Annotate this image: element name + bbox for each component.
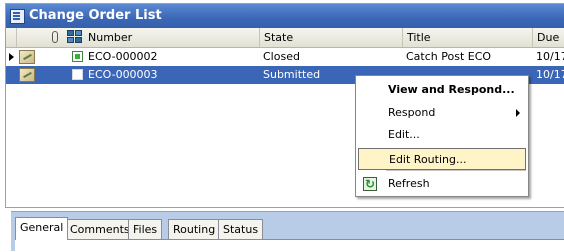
menu-item-edit-routing[interactable]: Edit Routing... [358, 148, 526, 170]
window-titlebar: Change Order List [6, 4, 564, 28]
menu-separator [386, 170, 526, 171]
refresh-icon [363, 173, 377, 195]
tab-status[interactable]: Status [218, 219, 264, 239]
icon-column-header[interactable] [16, 28, 46, 47]
menu-item-view-and-respond[interactable]: View and Respond... [358, 79, 526, 101]
column-header-number[interactable]: Number [84, 28, 259, 47]
window-title: Change Order List [29, 8, 162, 23]
column-header-state[interactable]: State [259, 28, 402, 47]
menu-item-label: Respond [388, 106, 436, 119]
cell-number: ECO-000002 [88, 50, 158, 63]
cell-title: Catch Post ECO [406, 50, 492, 63]
submenu-arrow-icon [516, 109, 520, 117]
menu-item-refresh[interactable]: Refresh [358, 173, 526, 195]
status-marker [72, 51, 83, 62]
cell-due: 10/17 [536, 50, 564, 63]
row-selector-header [6, 28, 16, 47]
status-marker [72, 69, 83, 80]
menu-item-edit[interactable]: Edit... [358, 124, 526, 146]
change-order-icon [19, 68, 35, 82]
paperclip-icon[interactable] [52, 31, 58, 43]
tab-content [15, 239, 564, 252]
menu-item-respond[interactable]: Respond [358, 102, 526, 124]
current-row-pointer-icon [9, 53, 14, 61]
grid-icon[interactable] [67, 30, 83, 44]
cell-number: ECO-000003 [88, 68, 158, 81]
cell-due: 10/17 [536, 68, 564, 81]
tab-routing[interactable]: Routing [168, 219, 221, 239]
tab-general[interactable]: General [15, 217, 69, 240]
list-window-icon [10, 9, 25, 24]
column-header-title[interactable]: Title [402, 28, 532, 47]
tab-comments[interactable]: Comments [65, 219, 135, 239]
column-header-due[interactable]: Due [532, 28, 564, 47]
tab-files[interactable]: Files [128, 219, 163, 239]
change-order-icon [19, 50, 35, 64]
cell-state: Closed [263, 50, 300, 63]
detail-tab-panel: General Comments Files Routing Status [11, 211, 564, 252]
menu-item-label: Refresh [388, 177, 430, 190]
context-menu: View and Respond... Respond Edit... Edit… [355, 75, 529, 197]
column-header-row: Number State Title Due [6, 28, 564, 48]
table-row[interactable]: ECO-000002 Closed Catch Post ECO 10/17 [6, 48, 564, 67]
